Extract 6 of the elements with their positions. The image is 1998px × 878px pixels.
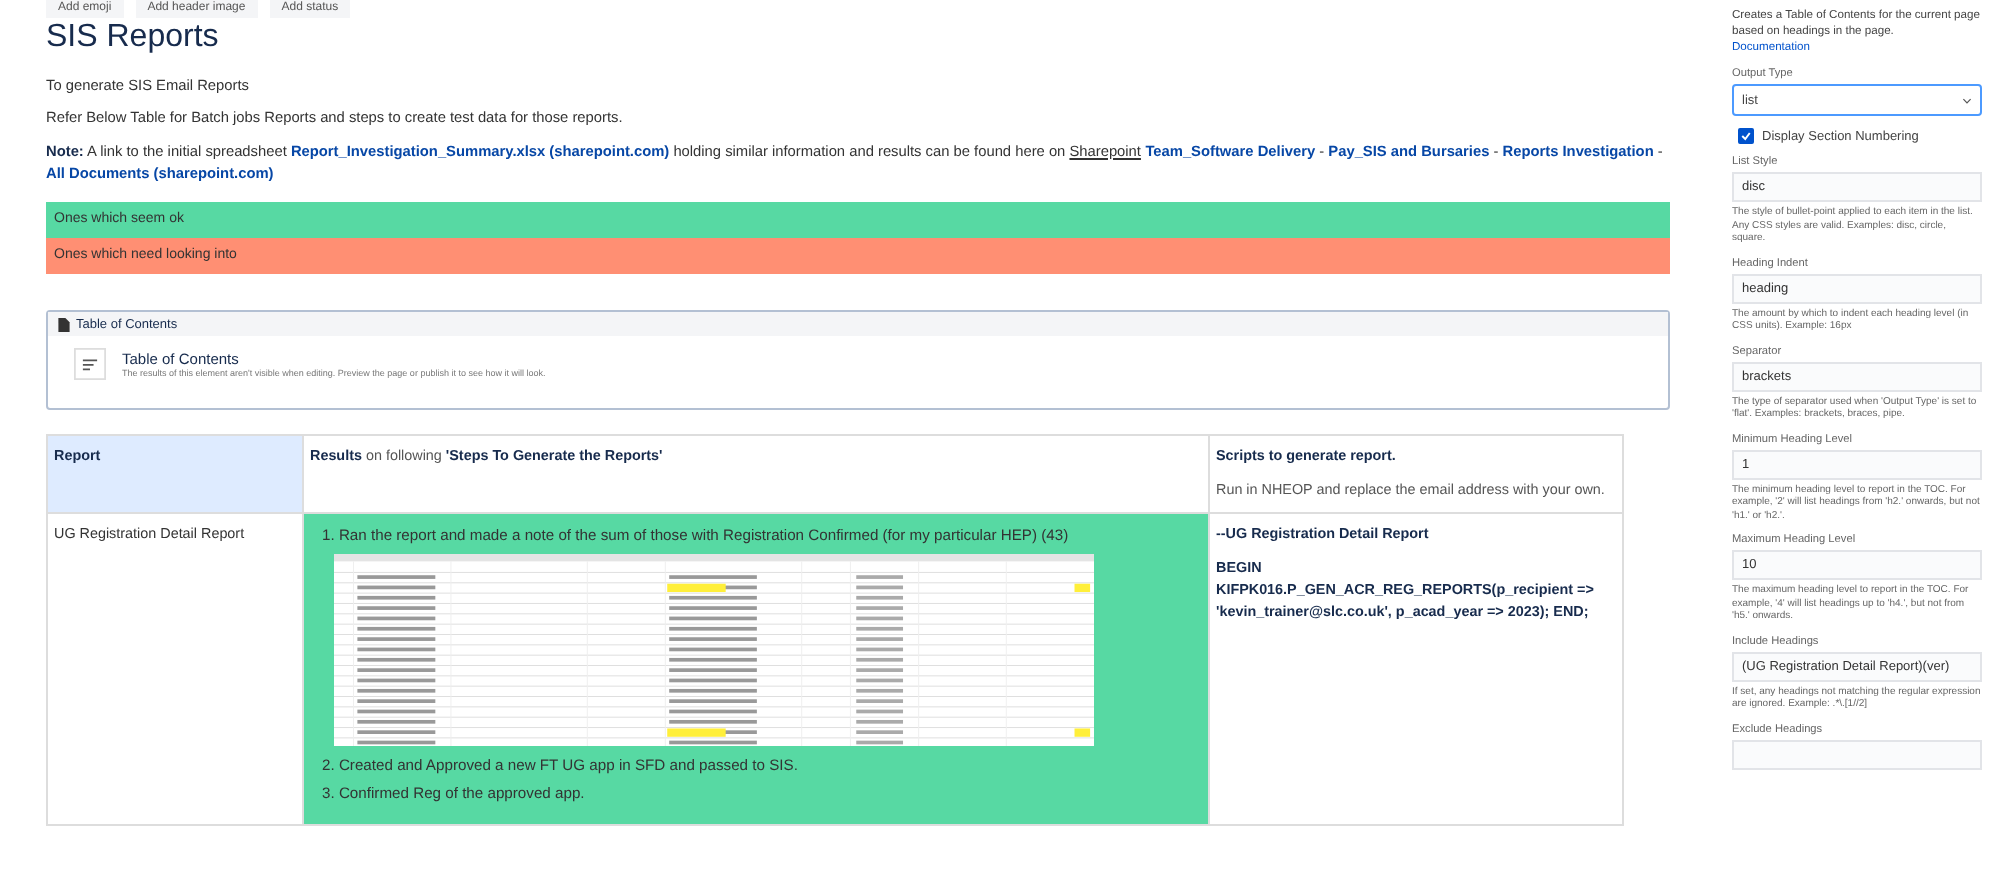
document-icon xyxy=(58,317,70,331)
input-field[interactable] xyxy=(1732,739,1982,769)
list-icon xyxy=(74,348,106,380)
chevron-down-icon xyxy=(1962,97,1972,103)
checkbox[interactable] xyxy=(1738,128,1754,144)
page-title: SIS Reports xyxy=(46,20,221,56)
